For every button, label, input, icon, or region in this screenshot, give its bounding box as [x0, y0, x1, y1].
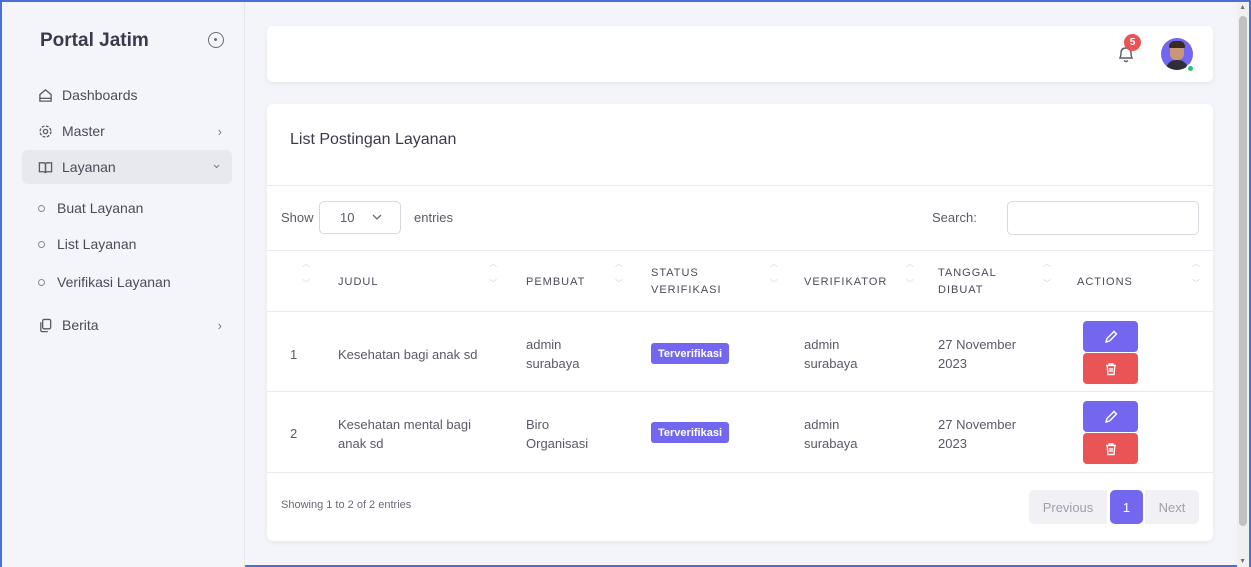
- notification-badge: 5: [1124, 34, 1141, 51]
- avatar-body: [1166, 60, 1188, 70]
- column-header-judul[interactable]: JUDUL: [338, 251, 378, 313]
- row-divider: [267, 472, 1213, 473]
- chevron-down-icon: ⌄: [211, 156, 222, 171]
- cell-judul: Kesehatan bagi anak sd: [338, 347, 478, 362]
- divider: [267, 185, 1213, 186]
- circle-icon: [38, 278, 45, 286]
- search-label: Search:: [932, 210, 977, 225]
- edit-button[interactable]: [1083, 321, 1138, 352]
- cell-verifikator: admin surabaya: [804, 337, 858, 371]
- copy-icon: [36, 317, 54, 333]
- cell-tanggal: 27 November 2023: [938, 337, 1017, 371]
- trash-icon: [1105, 442, 1116, 455]
- topbar: 5: [267, 26, 1213, 82]
- table-header: ︿ ﹀ JUDUL ︿ ﹀ PEMBUAT ︿ ﹀ STATUS VERIFIKASI…: [267, 250, 1213, 312]
- entries-length-value: 10: [340, 210, 355, 225]
- circle-icon: [38, 204, 45, 212]
- scroll-up-icon[interactable]: ▲: [1239, 4, 1246, 11]
- layanan-list-card: List Postingan Layanan Show 10 entries S…: [267, 104, 1213, 541]
- entries-label: entries: [414, 210, 454, 225]
- delete-button[interactable]: [1083, 353, 1138, 384]
- sidebar-item-label: Layanan: [62, 159, 116, 175]
- home-icon: [36, 87, 54, 103]
- column-header-actions: ACTIONS: [1077, 275, 1133, 288]
- scrollbar[interactable]: ▲ ▼: [1237, 2, 1249, 567]
- column-header-status-verifikasi[interactable]: STATUS VERIFIKASI: [651, 251, 731, 313]
- sort-icon[interactable]: ︿ ﹀: [770, 259, 778, 289]
- column-header-tanggal-dibuat[interactable]: TANGGAL DIBUAT: [938, 251, 1008, 313]
- online-status-dot: [1186, 64, 1195, 73]
- status-badge: Terverifikasi: [651, 343, 730, 364]
- delete-button[interactable]: [1083, 433, 1138, 464]
- cell-verifikator: admin surabaya: [804, 417, 858, 451]
- entries-length-select[interactable]: 10: [319, 201, 401, 234]
- card-title: List Postingan Layanan: [290, 131, 457, 148]
- search-input[interactable]: [1007, 201, 1199, 235]
- avatar-hair: [1169, 41, 1185, 48]
- column-header-pembuat[interactable]: PEMBUAT: [526, 251, 585, 313]
- sort-icon[interactable]: ︿ ﹀: [906, 259, 914, 289]
- circle-icon: [38, 240, 45, 248]
- cell-pembuat: Biro Organisasi: [526, 417, 589, 451]
- cell-judul: Kesehatan mental bagi anak sd: [338, 417, 471, 451]
- sidebar-item-layanan[interactable]: Layanan ⌄: [22, 150, 232, 184]
- sidebar-subitem-list-layanan[interactable]: List Layanan: [22, 229, 232, 259]
- sidebar: Portal Jatim Dashboards Master › Layanan…: [2, 2, 245, 567]
- chevron-right-icon: ›: [217, 123, 222, 139]
- scroll-thumb[interactable]: [1239, 16, 1247, 526]
- chevron-down-icon: [372, 211, 382, 223]
- sidebar-subitem-label: Verifikasi Layanan: [57, 274, 171, 290]
- sidebar-subitem-buat-layanan[interactable]: Buat Layanan: [22, 193, 232, 223]
- column-header-verifikator[interactable]: VERIFIKATOR: [804, 251, 887, 313]
- scroll-down-icon[interactable]: ▼: [1239, 558, 1246, 565]
- pagination-next[interactable]: Next: [1145, 490, 1199, 524]
- cell-tanggal: 27 November 2023: [938, 417, 1017, 451]
- show-label: Show: [281, 210, 314, 225]
- sidebar-item-dashboards[interactable]: Dashboards: [22, 78, 232, 112]
- pencil-icon: [1104, 330, 1117, 343]
- sidebar-item-label: Master: [62, 123, 105, 139]
- sort-icon[interactable]: ︿ ﹀: [489, 259, 497, 289]
- pencil-icon: [1104, 410, 1117, 423]
- pagination-page-1[interactable]: 1: [1110, 490, 1143, 524]
- sidebar-item-berita[interactable]: Berita ›: [22, 308, 232, 342]
- sidebar-toggle-icon[interactable]: [208, 32, 224, 48]
- sidebar-item-master[interactable]: Master ›: [22, 114, 232, 148]
- sort-icon[interactable]: ︿ ﹀: [615, 259, 623, 289]
- sidebar-item-label: Dashboards: [62, 87, 138, 103]
- status-badge: Terverifikasi: [651, 422, 730, 443]
- table-info: Showing 1 to 2 of 2 entries: [281, 499, 412, 511]
- sidebar-item-label: Berita: [62, 317, 99, 333]
- pagination-previous[interactable]: Previous: [1029, 490, 1107, 524]
- edit-button[interactable]: [1083, 401, 1138, 432]
- row-divider: [267, 391, 1213, 392]
- row-number: 1: [290, 347, 298, 362]
- trash-icon: [1105, 362, 1116, 375]
- sort-icon[interactable]: ︿ ﹀: [302, 259, 310, 289]
- brand-title[interactable]: Portal Jatim: [40, 30, 149, 52]
- book-icon: [36, 159, 54, 175]
- chevron-right-icon: ›: [217, 317, 222, 333]
- sort-icon[interactable]: ︿ ﹀: [1192, 259, 1200, 289]
- row-number: 2: [290, 426, 298, 441]
- sidebar-subitem-label: List Layanan: [57, 236, 137, 252]
- settings-icon: [36, 123, 54, 139]
- sidebar-subitem-label: Buat Layanan: [57, 200, 144, 216]
- cell-pembuat: admin surabaya: [526, 337, 580, 371]
- sort-icon[interactable]: ︿ ﹀: [1043, 259, 1051, 289]
- sidebar-subitem-verifikasi-layanan[interactable]: Verifikasi Layanan: [22, 267, 232, 297]
